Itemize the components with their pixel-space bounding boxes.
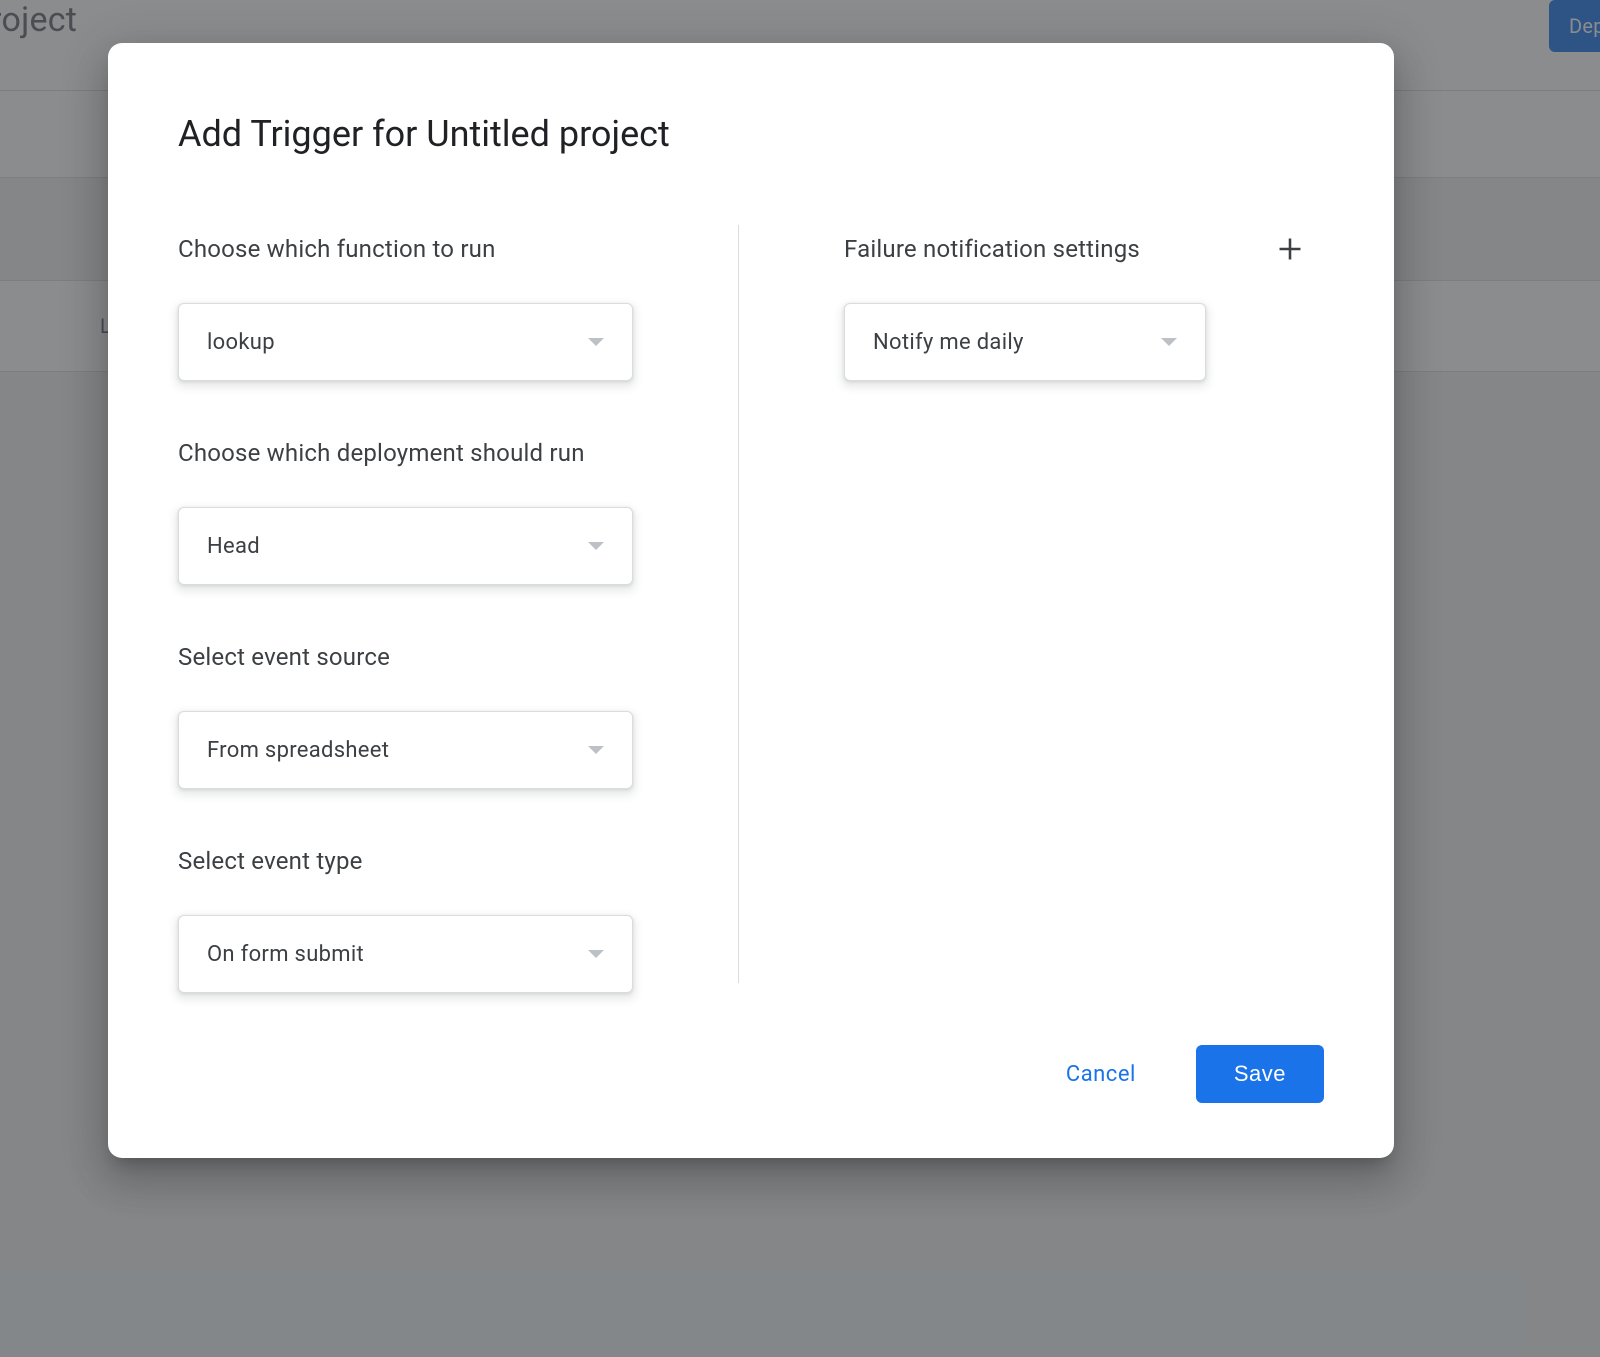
notification-dropdown-value: Notify me daily <box>873 330 1024 355</box>
function-label: Choose which function to run <box>178 235 633 263</box>
function-dropdown[interactable]: lookup <box>178 303 633 381</box>
deployment-label: Choose which deployment should run <box>178 439 633 467</box>
modal-right-column: Failure notification settings Notify me … <box>844 235 1324 993</box>
cancel-button[interactable]: Cancel <box>1046 1050 1156 1099</box>
add-notification-icon[interactable] <box>1276 235 1304 263</box>
caret-down-icon <box>588 542 604 550</box>
modal-left-column: Choose which function to run lookup Choo… <box>178 235 633 993</box>
function-dropdown-value: lookup <box>207 330 275 355</box>
column-divider <box>738 225 739 983</box>
caret-down-icon <box>588 950 604 958</box>
notification-label: Failure notification settings <box>844 235 1140 263</box>
event-type-field-group: Select event type On form submit <box>178 847 633 993</box>
event-type-dropdown-value: On form submit <box>207 942 364 967</box>
notification-field-group: Failure notification settings Notify me … <box>844 235 1324 381</box>
add-trigger-modal: Add Trigger for Untitled project Choose … <box>108 43 1394 1158</box>
deployment-dropdown[interactable]: Head <box>178 507 633 585</box>
modal-title: Add Trigger for Untitled project <box>178 113 1324 155</box>
caret-down-icon <box>588 746 604 754</box>
caret-down-icon <box>588 338 604 346</box>
notification-dropdown[interactable]: Notify me daily <box>844 303 1206 381</box>
event-source-label: Select event source <box>178 643 633 671</box>
deployment-dropdown-value: Head <box>207 534 260 559</box>
function-field-group: Choose which function to run lookup <box>178 235 633 381</box>
deployment-field-group: Choose which deployment should run Head <box>178 439 633 585</box>
modal-actions: Cancel Save <box>178 1045 1324 1103</box>
event-source-dropdown-value: From spreadsheet <box>207 738 389 763</box>
event-type-label: Select event type <box>178 847 633 875</box>
event-source-field-group: Select event source From spreadsheet <box>178 643 633 789</box>
caret-down-icon <box>1161 338 1177 346</box>
event-type-dropdown[interactable]: On form submit <box>178 915 633 993</box>
event-source-dropdown[interactable]: From spreadsheet <box>178 711 633 789</box>
modal-columns: Choose which function to run lookup Choo… <box>178 235 1324 993</box>
notification-header: Failure notification settings <box>844 235 1324 263</box>
save-button[interactable]: Save <box>1196 1045 1324 1103</box>
